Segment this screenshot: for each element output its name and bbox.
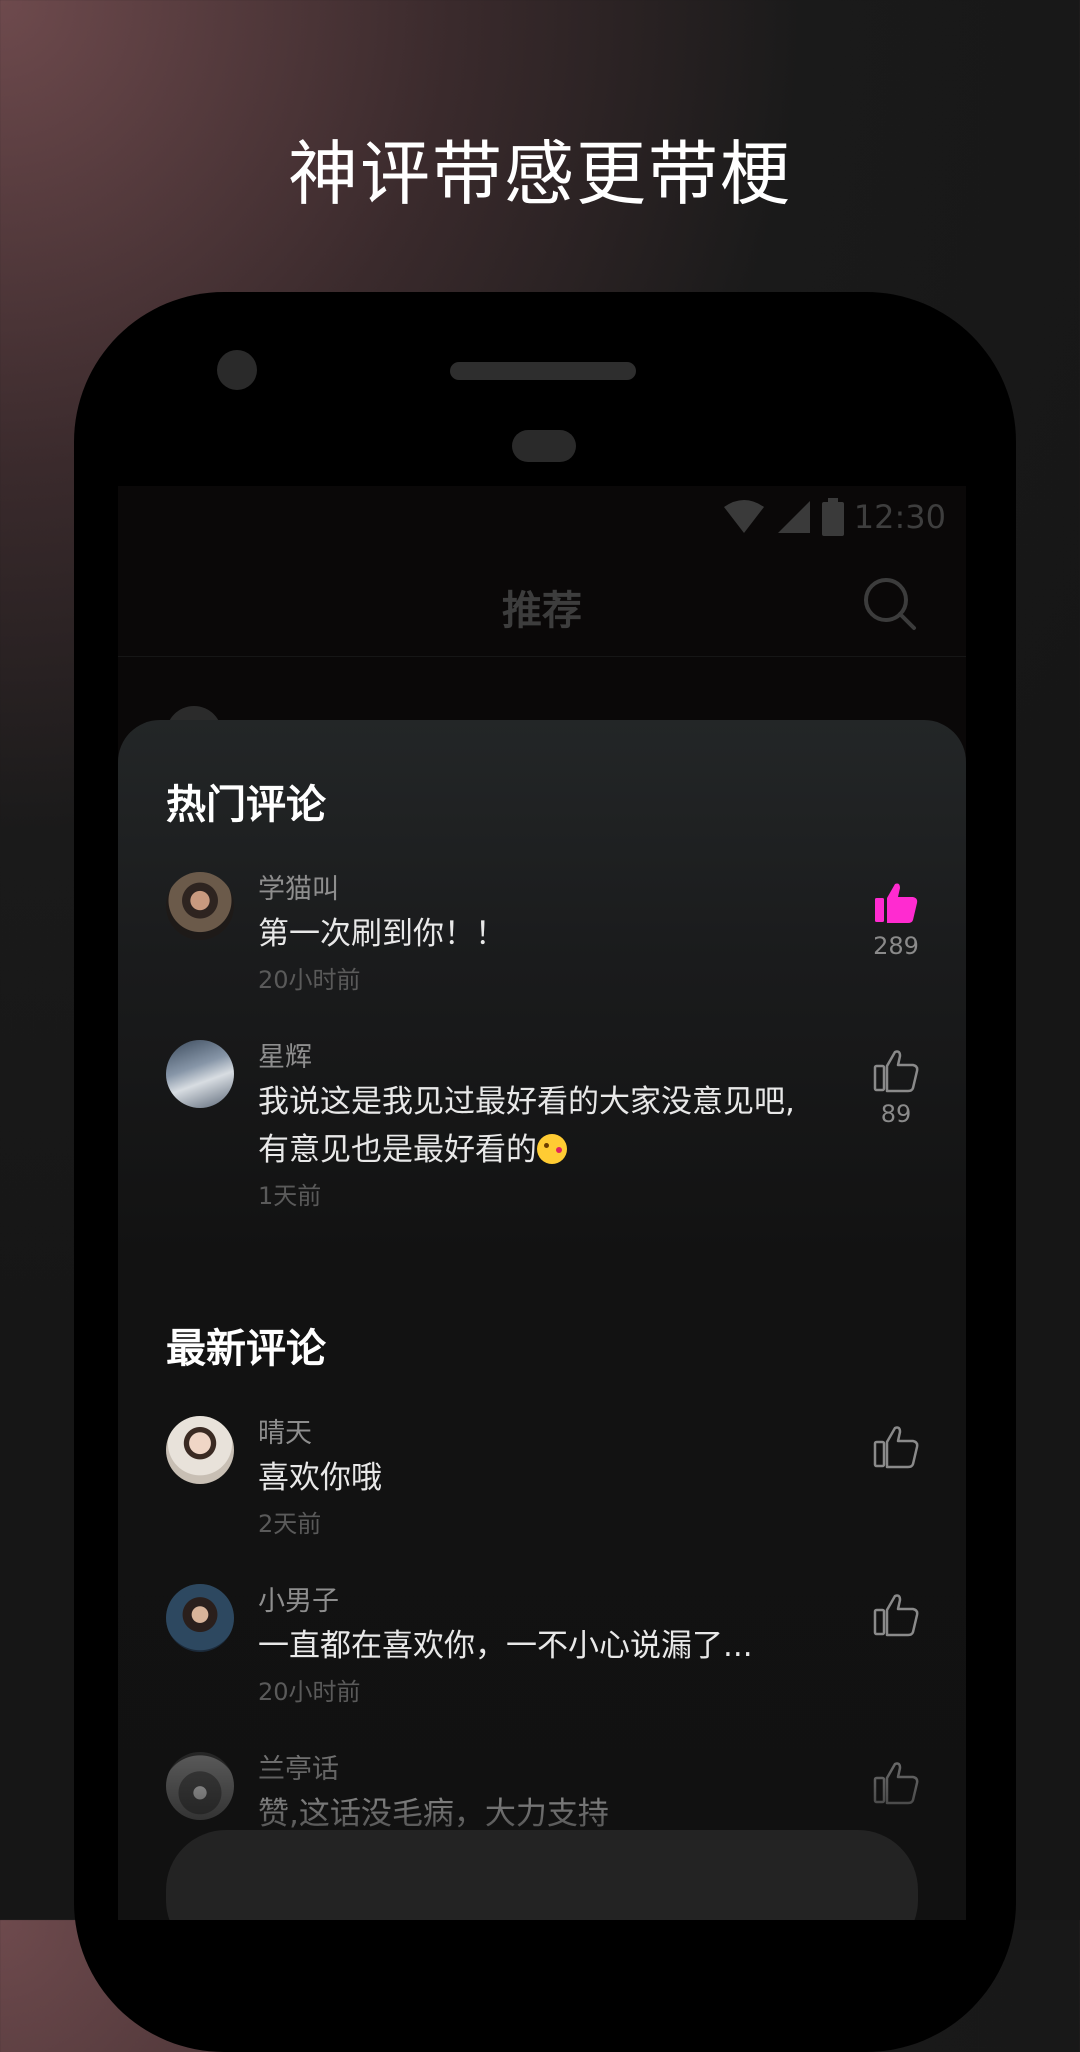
avatar[interactable] <box>166 872 234 940</box>
comment-time: 2天前 <box>258 1510 322 1538</box>
avatar[interactable] <box>166 1752 234 1820</box>
kissing-face-emoji <box>537 1134 567 1164</box>
like-button[interactable]: 89 <box>866 1048 926 1128</box>
thumbs-up-icon <box>873 1594 919 1637</box>
like-button[interactable]: 289 <box>866 880 926 960</box>
front-camera <box>217 350 257 390</box>
thumbs-up-icon <box>873 1426 919 1469</box>
wifi-icon <box>723 500 764 533</box>
avatar[interactable] <box>166 1416 234 1484</box>
comment-username[interactable]: 小男子 <box>258 1584 858 1620</box>
list-item: 小男子 一直都在喜欢你，一不小心说漏了... 20小时前 <box>166 1584 926 1714</box>
thumbs-up-icon <box>875 883 918 923</box>
comment-username[interactable]: 兰亭话 <box>258 1752 818 1788</box>
thumbs-up-icon <box>873 1050 919 1093</box>
app-bar: 推荐 <box>118 556 966 657</box>
like-button[interactable] <box>866 1424 926 1474</box>
comment-username[interactable]: 星辉 <box>258 1040 818 1076</box>
like-button[interactable] <box>866 1592 926 1642</box>
avatar[interactable] <box>166 1040 234 1108</box>
like-count: 289 <box>873 932 919 960</box>
proximity-sensor <box>512 430 576 462</box>
comment-text: 一直都在喜欢你，一不小心说漏了... <box>258 1628 753 1664</box>
comment-text: 喜欢你哦 <box>258 1460 382 1496</box>
status-time: 12:30 <box>853 498 946 536</box>
list-item: 星辉 我说这是我见过最好看的大家没意见吧, 有意见也是最好看的 1天前 89 <box>166 1040 926 1230</box>
avatar[interactable] <box>166 1584 234 1652</box>
search-icon[interactable] <box>862 576 918 632</box>
comments-sheet: 热门评论 学猫叫 第一次刷到你！！ 20小时前 289 星辉 我说这是我见过最好… <box>118 720 966 1920</box>
latest-comments-title: 最新评论 <box>166 1326 326 1372</box>
comment-text: 我说这是我见过最好看的大家没意见吧, 有意见也是最好看的 <box>258 1084 795 1168</box>
comment-time: 20小时前 <box>258 966 361 994</box>
comment-username[interactable]: 学猫叫 <box>258 872 818 908</box>
promo-headline: 神评带感更带梗 <box>288 133 792 215</box>
signal-icon <box>777 501 810 533</box>
like-count: 89 <box>880 1100 912 1128</box>
earpiece-speaker <box>450 362 636 380</box>
comment-username[interactable]: 晴天 <box>258 1416 818 1452</box>
page-title: 推荐 <box>502 588 582 634</box>
comment-input[interactable] <box>166 1830 918 1920</box>
comment-text: 第一次刷到你！！ <box>258 916 506 952</box>
battery-icon <box>821 498 844 536</box>
status-bar: 12:30 <box>118 486 966 556</box>
list-item: 学猫叫 第一次刷到你！！ 20小时前 289 <box>166 872 926 1002</box>
comment-time: 20小时前 <box>258 1678 361 1706</box>
thumbs-up-icon <box>873 1762 919 1805</box>
comment-time: 1天前 <box>258 1182 322 1210</box>
like-button[interactable] <box>866 1760 926 1810</box>
list-item: 晴天 喜欢你哦 2天前 <box>166 1416 926 1546</box>
hot-comments-title: 热门评论 <box>166 782 326 828</box>
